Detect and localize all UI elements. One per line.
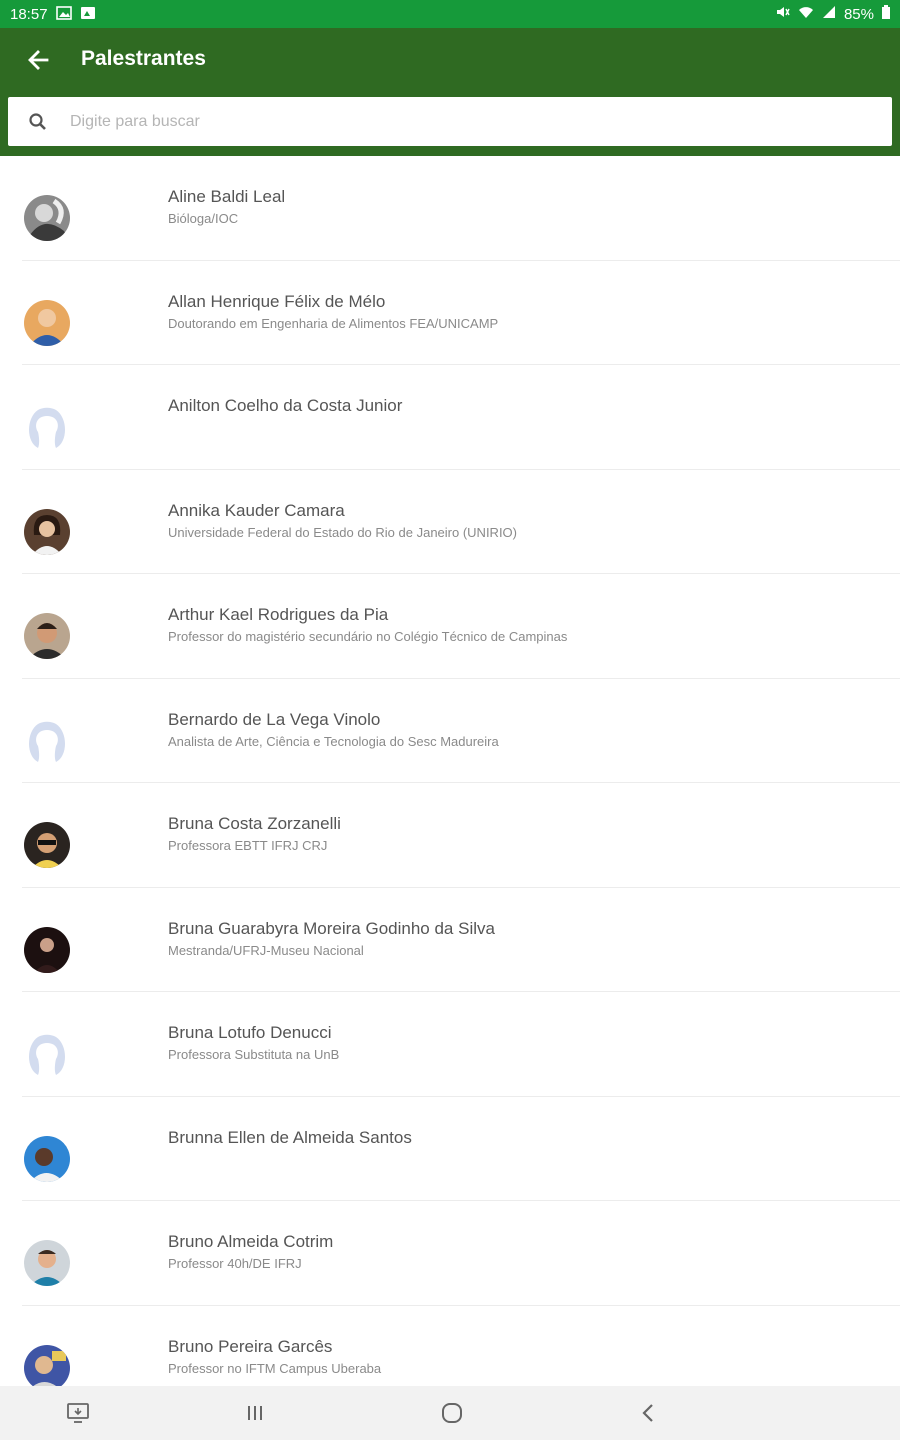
- avatar: [24, 613, 70, 659]
- wifi-icon: [798, 5, 814, 23]
- avatar: [24, 822, 70, 868]
- speaker-name: Bruna Costa Zorzanelli: [168, 814, 341, 833]
- gallery-notification-icon: [55, 5, 72, 23]
- mute-icon: [776, 5, 790, 23]
- speaker-list-item[interactable]: Bernardo de La Vega Vinolo Analista de Ar…: [0, 679, 900, 784]
- speaker-list-item[interactable]: Bruna Costa Zorzanelli Professora EBTT IF…: [0, 783, 900, 888]
- default-avatar-icon: [24, 718, 70, 764]
- speaker-affiliation: Professora Substituta na UnB: [168, 1047, 340, 1062]
- avatar: [24, 299, 70, 346]
- speaker-list-item[interactable]: Arthur Kael Rodrigues da Pia Professor do…: [0, 574, 900, 679]
- speaker-list-item[interactable]: Brunna Ellen de Almeida Santos: [0, 1097, 900, 1202]
- search-input[interactable]: [68, 101, 892, 142]
- speaker-name: Aline Baldi Leal: [168, 187, 286, 206]
- battery-percentage: 85%: [843, 5, 874, 23]
- default-avatar-icon: [24, 404, 70, 450]
- avatar: [24, 195, 70, 241]
- speaker-name: Allan Henrique Félix de Mélo: [168, 291, 386, 311]
- speaker-name: Bruno Almeida Cotrim: [168, 1232, 334, 1251]
- speaker-affiliation: Analista de Arte, Ciência e Tecnologia d…: [168, 733, 499, 749]
- home-button[interactable]: [422, 1386, 482, 1440]
- speaker-name: Bernardo de La Vega Vinolo: [168, 709, 381, 729]
- recent-apps-button[interactable]: [225, 1386, 285, 1440]
- recent-apps-icon: [248, 1406, 262, 1420]
- speaker-list-item[interactable]: Bruno Almeida Cotrim Professor 40h/DE IFR…: [0, 1201, 900, 1306]
- battery-icon: [882, 5, 890, 23]
- speaker-name: Brunna Ellen de Almeida Santos: [168, 1127, 412, 1147]
- back-nav-button[interactable]: [619, 1386, 679, 1440]
- app-bar: Palestrantes: [0, 28, 900, 156]
- avatar: [24, 1135, 70, 1182]
- page-title: Palestrantes: [81, 47, 206, 70]
- back-button[interactable]: [18, 40, 58, 80]
- chevron-left-icon: [642, 1404, 653, 1422]
- speaker-affiliation: Universidade Federal do Estado do Rio de…: [168, 524, 518, 540]
- speaker-name: Bruna Guarabyra Moreira Godinho da Silva: [168, 918, 495, 938]
- home-icon: [442, 1403, 462, 1423]
- speaker-list[interactable]: Aline Baldi Leal Bióloga/IOC Allan Henriqu…: [0, 156, 900, 1386]
- image-notification-icon: [80, 6, 96, 23]
- avatar: [24, 1240, 70, 1286]
- signal-icon: [822, 5, 836, 23]
- status-bar: 18:57 85%: [0, 0, 900, 28]
- speaker-affiliation: Professor 40h/DE IFRJ: [168, 1256, 302, 1271]
- navigation-bar: [0, 1386, 900, 1440]
- speaker-list-item[interactable]: Bruna Guarabyra Moreira Godinho da Silva…: [0, 888, 900, 993]
- speaker-name: Arthur Kael Rodrigues da Pia: [168, 605, 389, 624]
- screenshot-nav-icon[interactable]: [48, 1386, 108, 1440]
- speaker-name: Anilton Coelho da Costa Junior: [168, 396, 403, 415]
- speaker-list-item[interactable]: Bruna Lotufo Denucci Professora Substitut…: [0, 992, 900, 1097]
- speaker-list-item[interactable]: Annika Kauder Camara Universidade Federal…: [0, 470, 900, 575]
- avatar: [24, 926, 70, 973]
- speaker-list-item[interactable]: Bruno Pereira Garcês Professor no IFTM Ca…: [0, 1306, 900, 1386]
- speaker-list-item[interactable]: Allan Henrique Félix de Mélo Doutorando e…: [0, 261, 900, 366]
- speaker-name: Bruno Pereira Garcês: [168, 1336, 333, 1356]
- status-left: 18:57: [10, 6, 96, 23]
- speaker-name: Bruna Lotufo Denucci: [168, 1023, 332, 1042]
- speaker-affiliation: Professor do magistério secundário no Co…: [168, 629, 568, 644]
- avatar: [24, 508, 70, 555]
- speaker-affiliation: Bióloga/IOC: [168, 211, 239, 226]
- search-bar[interactable]: [8, 97, 892, 146]
- search-icon: [8, 97, 68, 146]
- speaker-list-item[interactable]: Aline Baldi Leal Bióloga/IOC: [0, 156, 900, 261]
- speaker-affiliation: Mestranda/UFRJ-Museu Nacional: [168, 942, 364, 958]
- status-time: 18:57: [10, 5, 48, 23]
- speaker-affiliation: Professora EBTT IFRJ CRJ: [168, 838, 328, 853]
- speaker-list-item[interactable]: Anilton Coelho da Costa Junior: [0, 365, 900, 470]
- arrow-back-icon: [28, 50, 49, 70]
- default-avatar-icon: [24, 1031, 70, 1077]
- speaker-affiliation: Professor no IFTM Campus Uberaba: [168, 1360, 382, 1376]
- speaker-affiliation: Doutorando em Engenharia de Alimentos FE…: [168, 315, 499, 331]
- status-right: 85%: [776, 5, 890, 23]
- avatar: [24, 1344, 70, 1386]
- speaker-name: Annika Kauder Camara: [168, 500, 345, 520]
